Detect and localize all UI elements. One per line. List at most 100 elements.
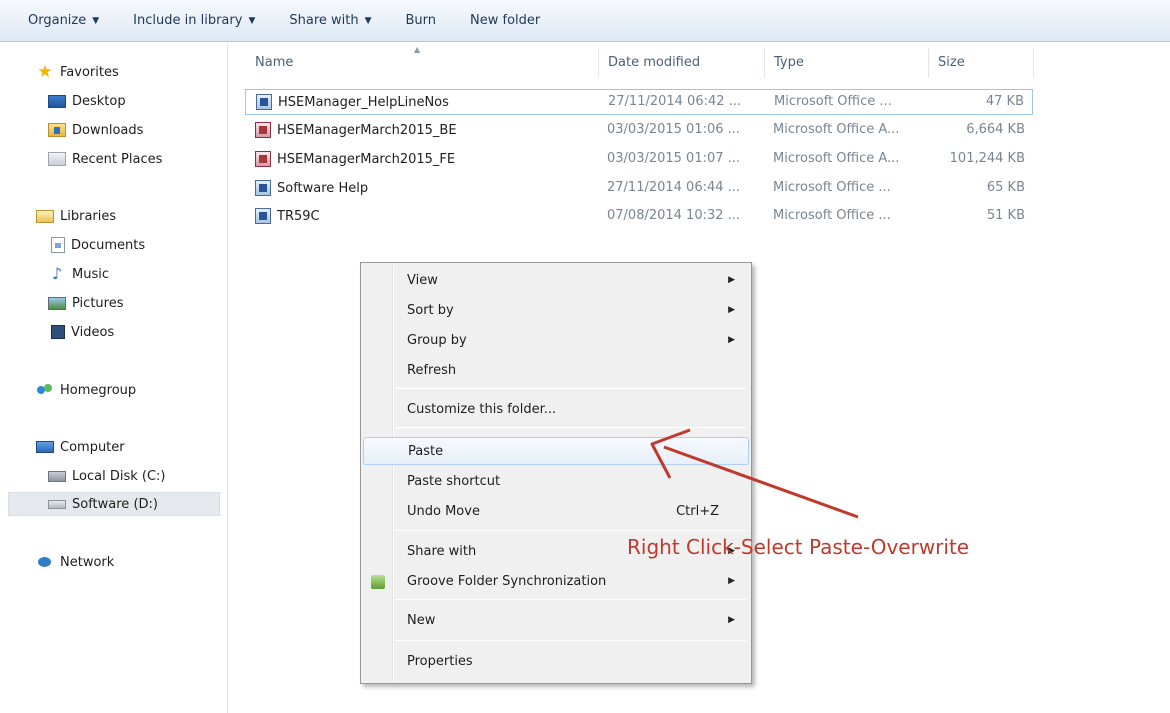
file-type: Microsoft Office ... (773, 180, 891, 195)
burn-label: Burn (405, 13, 437, 28)
word-doc-icon (255, 208, 271, 224)
nav-local-disk[interactable]: Local Disk (C:) (48, 464, 165, 488)
nav-favorites[interactable]: ★ Favorites (36, 60, 118, 84)
nav-videos-label: Videos (71, 324, 115, 340)
navigation-pane: ★ Favorites Desktop Downloads Recent Pla… (0, 43, 228, 713)
network-icon (36, 554, 54, 570)
libraries-icon (36, 209, 54, 223)
new-folder-button[interactable]: New folder (470, 13, 540, 28)
menu-separator (395, 599, 747, 600)
word-doc-icon (256, 94, 272, 110)
menu-item-paste-shortcut[interactable]: Paste shortcut (363, 468, 749, 496)
file-name: HSEManagerMarch2015_BE (255, 122, 457, 138)
computer-icon (36, 441, 54, 453)
nav-recent-places-label: Recent Places (72, 151, 163, 167)
star-icon: ★ (37, 62, 53, 82)
file-row[interactable]: TR59C 07/08/2014 10:32 ... Microsoft Off… (245, 204, 1033, 230)
nav-documents[interactable]: Documents (51, 233, 145, 257)
file-type: Microsoft Office A... (773, 122, 900, 137)
organize-menu[interactable]: Organize ▼ (28, 13, 99, 28)
menu-item-customize-folder[interactable]: Customize this folder... (363, 396, 749, 424)
file-row[interactable]: HSEManagerMarch2015_FE 03/03/2015 01:07 … (245, 147, 1033, 173)
desktop-icon (48, 94, 66, 108)
menu-item-new[interactable]: New ▶ (363, 607, 749, 635)
share-with-menu[interactable]: Share with ▼ (289, 13, 371, 28)
file-row[interactable]: HSEManager_HelpLineNos 27/11/2014 06:42 … (245, 89, 1033, 115)
burn-button[interactable]: Burn (406, 13, 437, 28)
menu-item-view[interactable]: View ▶ (363, 267, 749, 295)
recent-places-icon (48, 152, 66, 166)
hard-drive-icon (48, 470, 66, 482)
submenu-arrow-icon: ▶ (728, 615, 735, 625)
menu-item-label: Groove Folder Synchronization (407, 574, 607, 589)
include-in-library-menu[interactable]: Include in library ▼ (133, 13, 255, 28)
nav-music-label: Music (72, 266, 109, 282)
drive-icon (48, 499, 66, 509)
keyboard-shortcut: Ctrl+Z (676, 504, 719, 519)
music-icon: ♪ (51, 264, 63, 283)
file-name-text: HSEManagerMarch2015_BE (277, 122, 457, 138)
documents-icon (51, 237, 65, 253)
file-date: 07/08/2014 10:32 ... (607, 208, 741, 223)
menu-item-refresh[interactable]: Refresh (363, 357, 749, 385)
menu-item-properties[interactable]: Properties (363, 648, 749, 676)
sort-ascending-icon: ▲ (414, 45, 421, 54)
menu-item-label: Properties (407, 654, 473, 669)
nav-network[interactable]: Network (36, 550, 114, 574)
file-name: Software Help (255, 180, 368, 196)
menu-item-undo-move[interactable]: Undo Move Ctrl+Z (363, 498, 749, 526)
nav-software-drive[interactable]: Software (D:) (8, 492, 220, 516)
nav-recent-places[interactable]: Recent Places (48, 147, 162, 171)
menu-item-paste[interactable]: Paste (363, 437, 749, 465)
nav-homegroup[interactable]: Homegroup (36, 378, 136, 402)
nav-local-disk-label: Local Disk (C:) (72, 468, 166, 484)
column-divider[interactable] (1033, 48, 1034, 78)
file-name: TR59C (255, 208, 320, 224)
access-db-icon (255, 122, 271, 138)
column-header-name[interactable]: Name (255, 55, 293, 70)
new-folder-label: New folder (470, 13, 541, 28)
file-name: HSEManager_HelpLineNos (256, 94, 449, 110)
file-size: 65 KB (986, 180, 1025, 195)
nav-computer-label: Computer (60, 439, 125, 455)
nav-software-drive-label: Software (D:) (72, 496, 158, 512)
file-row[interactable]: HSEManagerMarch2015_BE 03/03/2015 01:06 … (245, 118, 1033, 144)
menu-item-label: Refresh (407, 363, 457, 378)
menu-item-group-by[interactable]: Group by ▶ (363, 327, 749, 355)
column-header-date-modified[interactable]: Date modified (608, 55, 700, 70)
column-divider[interactable] (764, 48, 765, 78)
nav-libraries-label: Libraries (60, 208, 117, 224)
submenu-arrow-icon: ▶ (728, 275, 735, 285)
menu-item-sort-by[interactable]: Sort by ▶ (363, 297, 749, 325)
column-header-size[interactable]: Size (938, 55, 965, 70)
file-size: 101,244 KB (949, 151, 1025, 166)
include-in-library-label: Include in library (133, 13, 243, 28)
file-date: 03/03/2015 01:07 ... (607, 151, 741, 166)
nav-music[interactable]: ♪ Music (48, 262, 109, 286)
column-divider[interactable] (928, 48, 929, 78)
nav-videos[interactable]: Videos (51, 320, 114, 344)
column-header-type[interactable]: Type (774, 55, 804, 70)
menu-item-label: Sort by (407, 303, 454, 318)
menu-item-label: New (407, 613, 436, 628)
file-type: Microsoft Office ... (774, 94, 892, 109)
nav-pictures[interactable]: Pictures (48, 291, 123, 315)
file-type: Microsoft Office A... (773, 151, 900, 166)
file-size: 6,664 KB (966, 122, 1025, 137)
submenu-arrow-icon: ▶ (728, 305, 735, 315)
file-type: Microsoft Office ... (773, 208, 891, 223)
menu-item-groove-sync[interactable]: Groove Folder Synchronization ▶ (363, 568, 749, 596)
nav-desktop[interactable]: Desktop (48, 89, 126, 113)
nav-computer[interactable]: Computer (36, 435, 125, 459)
nav-documents-label: Documents (71, 237, 146, 253)
downloads-folder-icon (48, 123, 66, 137)
nav-libraries[interactable]: Libraries (36, 204, 116, 228)
file-name-text: Software Help (277, 180, 369, 196)
nav-downloads[interactable]: Downloads (48, 118, 143, 142)
column-divider[interactable] (598, 48, 599, 78)
nav-homegroup-label: Homegroup (60, 382, 137, 398)
chevron-down-icon: ▼ (92, 15, 100, 26)
nav-pictures-label: Pictures (72, 295, 124, 311)
file-row[interactable]: Software Help 27/11/2014 06:44 ... Micro… (245, 176, 1033, 202)
menu-item-label: Paste shortcut (407, 474, 501, 489)
